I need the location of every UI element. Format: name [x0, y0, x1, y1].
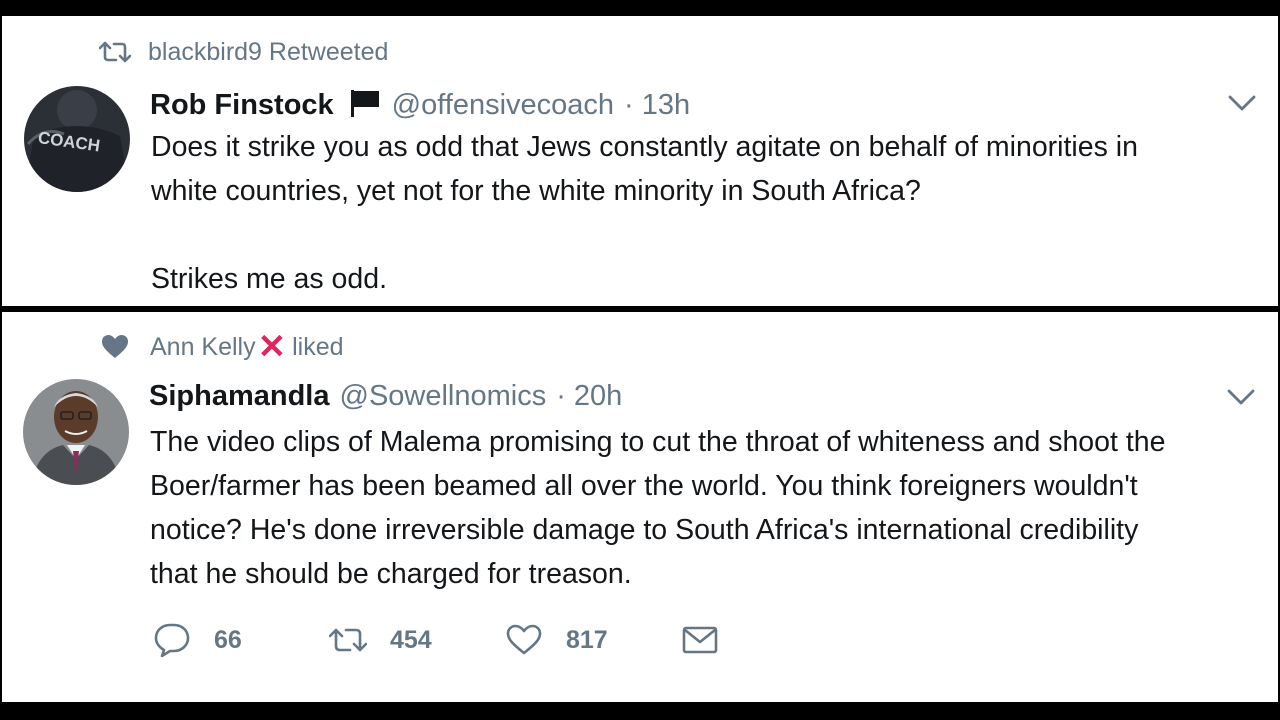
separator-dot: ·	[556, 380, 566, 412]
timestamp[interactable]: 20h	[574, 380, 622, 413]
retweet-icon	[328, 620, 368, 660]
timestamp[interactable]: 13h	[642, 89, 690, 122]
heart-icon	[100, 332, 130, 362]
envelope-icon	[680, 620, 720, 660]
retweet-button[interactable]: 454	[328, 620, 504, 660]
retweet-icon	[98, 37, 132, 67]
heart-outline-icon	[504, 620, 544, 660]
liked-label: liked	[292, 332, 344, 361]
separator-dot: ·	[624, 89, 634, 121]
user-handle[interactable]: @offensivecoach	[392, 89, 614, 122]
tweet-header: Siphamandla @Sowellnomics · 20h	[149, 380, 622, 413]
direct-message-button[interactable]	[680, 620, 720, 660]
reply-count: 66	[214, 625, 242, 654]
like-context[interactable]: Ann Kelly ✕ liked	[98, 328, 344, 366]
reply-icon	[152, 620, 192, 660]
tweet-actions: 66 454 817	[152, 620, 720, 660]
user-handle[interactable]: @Sowellnomics	[340, 380, 547, 413]
avatar[interactable]: COACH	[24, 86, 130, 192]
chevron-down-icon[interactable]	[1226, 382, 1256, 412]
tweet-text: The video clips of Malema promising to c…	[150, 426, 1166, 590]
retweet-context-label[interactable]: blackbird9 Retweeted	[148, 38, 388, 67]
like-count: 817	[566, 625, 608, 654]
display-name[interactable]: Rob Finstock	[150, 89, 334, 122]
tweet-card[interactable]: Ann Kelly ✕ liked Siphamandla @Sowellnom…	[2, 312, 1278, 702]
like-button[interactable]: 817	[504, 620, 680, 660]
retweet-count: 454	[390, 625, 432, 654]
tweet-text: Does it strike you as odd that Jews cons…	[151, 131, 1138, 295]
liker-name[interactable]: Ann Kelly	[150, 333, 256, 362]
reply-button[interactable]: 66	[152, 620, 328, 660]
tweet-header: Rob Finstock @offensivecoach · 13h	[150, 84, 690, 122]
retweet-context[interactable]: blackbird9 Retweeted	[98, 36, 388, 68]
display-name[interactable]: Siphamandla	[149, 380, 330, 413]
black-flag-icon	[348, 88, 382, 118]
tweet-card[interactable]: blackbird9 Retweeted COACH Rob Finstock …	[2, 16, 1278, 306]
chevron-down-icon[interactable]	[1227, 88, 1257, 118]
avatar[interactable]	[23, 379, 129, 485]
red-x-mark: ✕	[257, 328, 287, 366]
